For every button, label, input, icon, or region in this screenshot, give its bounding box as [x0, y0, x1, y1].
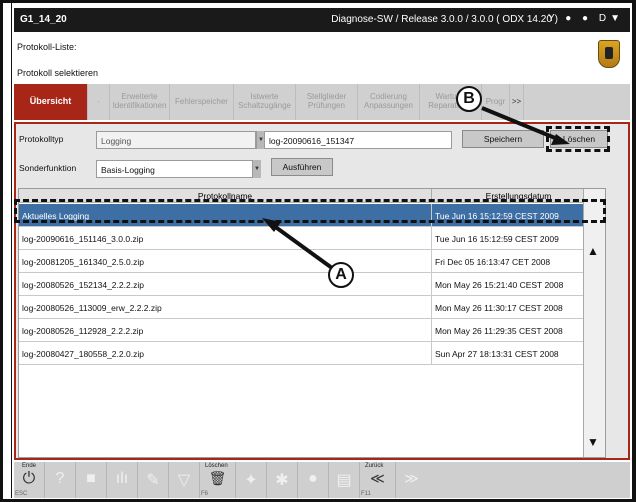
fkey-9-button[interactable]: ●	[298, 462, 329, 498]
protokolltyp-label: Protokolltyp	[19, 134, 64, 144]
sonderfunktion-select[interactable]: Basis-Logging	[96, 160, 254, 178]
tab-codierung[interactable]: Codierung Anpassungen	[358, 84, 420, 120]
printer-icon: ▤	[336, 472, 352, 489]
back-icon: ≪	[370, 470, 385, 486]
header-line2: Protokoll selektieren	[17, 68, 99, 78]
loeschen-fkey-label: Löschen	[205, 463, 228, 469]
ende-label: Ende	[22, 463, 37, 469]
highlight-row-box	[14, 199, 606, 223]
chart-icon: ılı	[115, 470, 129, 487]
tab-more-button[interactable]: >>	[510, 84, 524, 120]
tab-fehlerspeicher[interactable]: Fehlerspeicher	[170, 84, 234, 120]
tab-istwerte[interactable]: Istwerte Schaltzugänge	[234, 84, 296, 120]
help-button[interactable]: ?	[45, 462, 76, 498]
tool-icon: ✱	[275, 472, 289, 489]
tab-blank[interactable]: ·	[88, 84, 110, 120]
wrench-icon: ✦	[244, 472, 258, 489]
filter-button[interactable]: ▽	[169, 462, 200, 498]
table-row[interactable]: log-20090616_151146_3.0.0.zip Tue Jun 16…	[19, 227, 605, 250]
callout-a: A	[328, 262, 354, 288]
table-row[interactable]: log-20080526_152134_2.2.2.zip Mon May 26…	[19, 273, 605, 296]
filter-icon: ▽	[177, 472, 191, 489]
fkey-5-button[interactable]: ✎	[138, 462, 169, 498]
ende-button[interactable]: Ende ⏻ ESC	[14, 462, 45, 498]
main-panel: Protokolltyp Logging ▼ log-20090616_1513…	[14, 122, 630, 460]
header-line1: Protokoll-Liste:	[17, 42, 77, 52]
zurueck-label: Zurück	[365, 463, 384, 469]
print-button[interactable]: ▤	[329, 462, 360, 498]
scroll-down-icon[interactable]: ▼	[587, 435, 599, 449]
title-bar: G1_14_20 Diagnose-SW / Release 3.0.0 / 3…	[14, 8, 630, 32]
status-icons: Y ● ● D▼	[547, 13, 624, 24]
protocol-table: Protokollname Erstellungsdatum Aktuelles…	[18, 188, 606, 458]
row-name: log-20080427_180558_2.2.0.zip	[22, 349, 144, 359]
window-title-right: Diagnose-SW / Release 3.0.0 / 3.0.0 ( OD…	[331, 14, 558, 25]
row-date: Mon May 26 15:21:40 CEST 2008	[431, 273, 605, 296]
vertical-scrollbar[interactable]: ▲ ▼	[583, 189, 605, 457]
row-name: log-20090616_151146_3.0.0.zip	[22, 234, 144, 244]
window-title-left: G1_14_20	[20, 14, 67, 25]
tab-stellglieder[interactable]: Stellglieder Prüfungen	[296, 84, 358, 120]
question-icon: ?	[55, 470, 65, 487]
loeschen-fkey-key: F6	[201, 491, 209, 497]
protokolltyp-select[interactable]: Logging	[96, 131, 256, 149]
ende-key: ESC	[15, 491, 28, 497]
highlight-button-box	[546, 126, 610, 152]
trash-icon: 🗑	[208, 470, 227, 486]
row-name: log-20080526_152134_2.2.2.zip	[22, 280, 144, 290]
porsche-crest-icon	[598, 40, 620, 68]
zurueck-key: F11	[361, 491, 371, 497]
table-row[interactable]: log-20080526_113009_erw_2.2.2.zip Mon Ma…	[19, 296, 605, 319]
page-header: Protokoll-Liste: Protokoll selektieren	[14, 32, 630, 82]
callout-b: B	[456, 86, 482, 112]
fkey-7-button[interactable]: ✦	[236, 462, 267, 498]
camera-icon: ●	[308, 470, 318, 487]
sonderfunktion-dropdown-icon[interactable]: ▼	[252, 160, 261, 178]
ausfuehren-button[interactable]: Ausführen	[271, 158, 333, 176]
edit-icon: ✎	[146, 472, 160, 489]
row-name: log-20080526_113009_erw_2.2.2.zip	[22, 303, 162, 313]
tab-progr[interactable]: Progr	[482, 84, 510, 120]
forward-button[interactable]: ≫	[396, 462, 427, 498]
table-row[interactable]: log-20081205_161340_2.5.0.zip Fri Dec 05…	[19, 250, 605, 273]
zurueck-button[interactable]: Zurück ≪ F11	[360, 462, 396, 498]
fkey-3-button[interactable]: ■	[76, 462, 107, 498]
sonderfunktion-label: Sonderfunktion	[19, 163, 77, 173]
row-date: Mon May 26 11:29:35 CEST 2008	[431, 319, 605, 342]
loeschen-fkey-button[interactable]: Löschen 🗑 F6	[200, 462, 236, 498]
left-edge-bar	[3, 3, 12, 498]
table-row[interactable]: log-20080427_180558_2.2.0.zip Sun Apr 27…	[19, 342, 605, 365]
row-date: Sun Apr 27 18:13:31 CEST 2008	[431, 342, 605, 365]
forward-icon: ≫	[404, 470, 419, 486]
row-name: log-20080526_112928_2.2.2.zip	[22, 326, 144, 336]
row-date: Fri Dec 05 16:13:47 CET 2008	[431, 250, 605, 273]
fkey-8-button[interactable]: ✱	[267, 462, 298, 498]
filename-input[interactable]: log-20090616_151347	[264, 131, 452, 149]
row-date: Mon May 26 11:30:17 CEST 2008	[431, 296, 605, 319]
function-key-bar: Ende ⏻ ESC ? ■ ılı ✎ ▽ Löschen 🗑 F6 ✦ ✱ …	[14, 462, 630, 498]
power-icon: ⏻	[22, 470, 36, 487]
row-name: log-20081205_161340_2.5.0.zip	[22, 257, 144, 267]
scroll-up-icon[interactable]: ▲	[587, 244, 599, 258]
fkey-4-button[interactable]: ılı	[107, 462, 138, 498]
tab-bar: Übersicht · Erweiterte Identifikationen …	[14, 84, 630, 120]
row-date: Tue Jun 16 15:12:59 CEST 2009	[431, 227, 605, 250]
table-row[interactable]: log-20080526_112928_2.2.2.zip Mon May 26…	[19, 319, 605, 342]
speichern-button[interactable]: Speichern	[462, 130, 544, 148]
tab-uebersicht[interactable]: Übersicht	[14, 84, 88, 120]
tab-identifikationen[interactable]: Erweiterte Identifikationen	[110, 84, 170, 120]
grid-icon: ■	[86, 470, 96, 487]
